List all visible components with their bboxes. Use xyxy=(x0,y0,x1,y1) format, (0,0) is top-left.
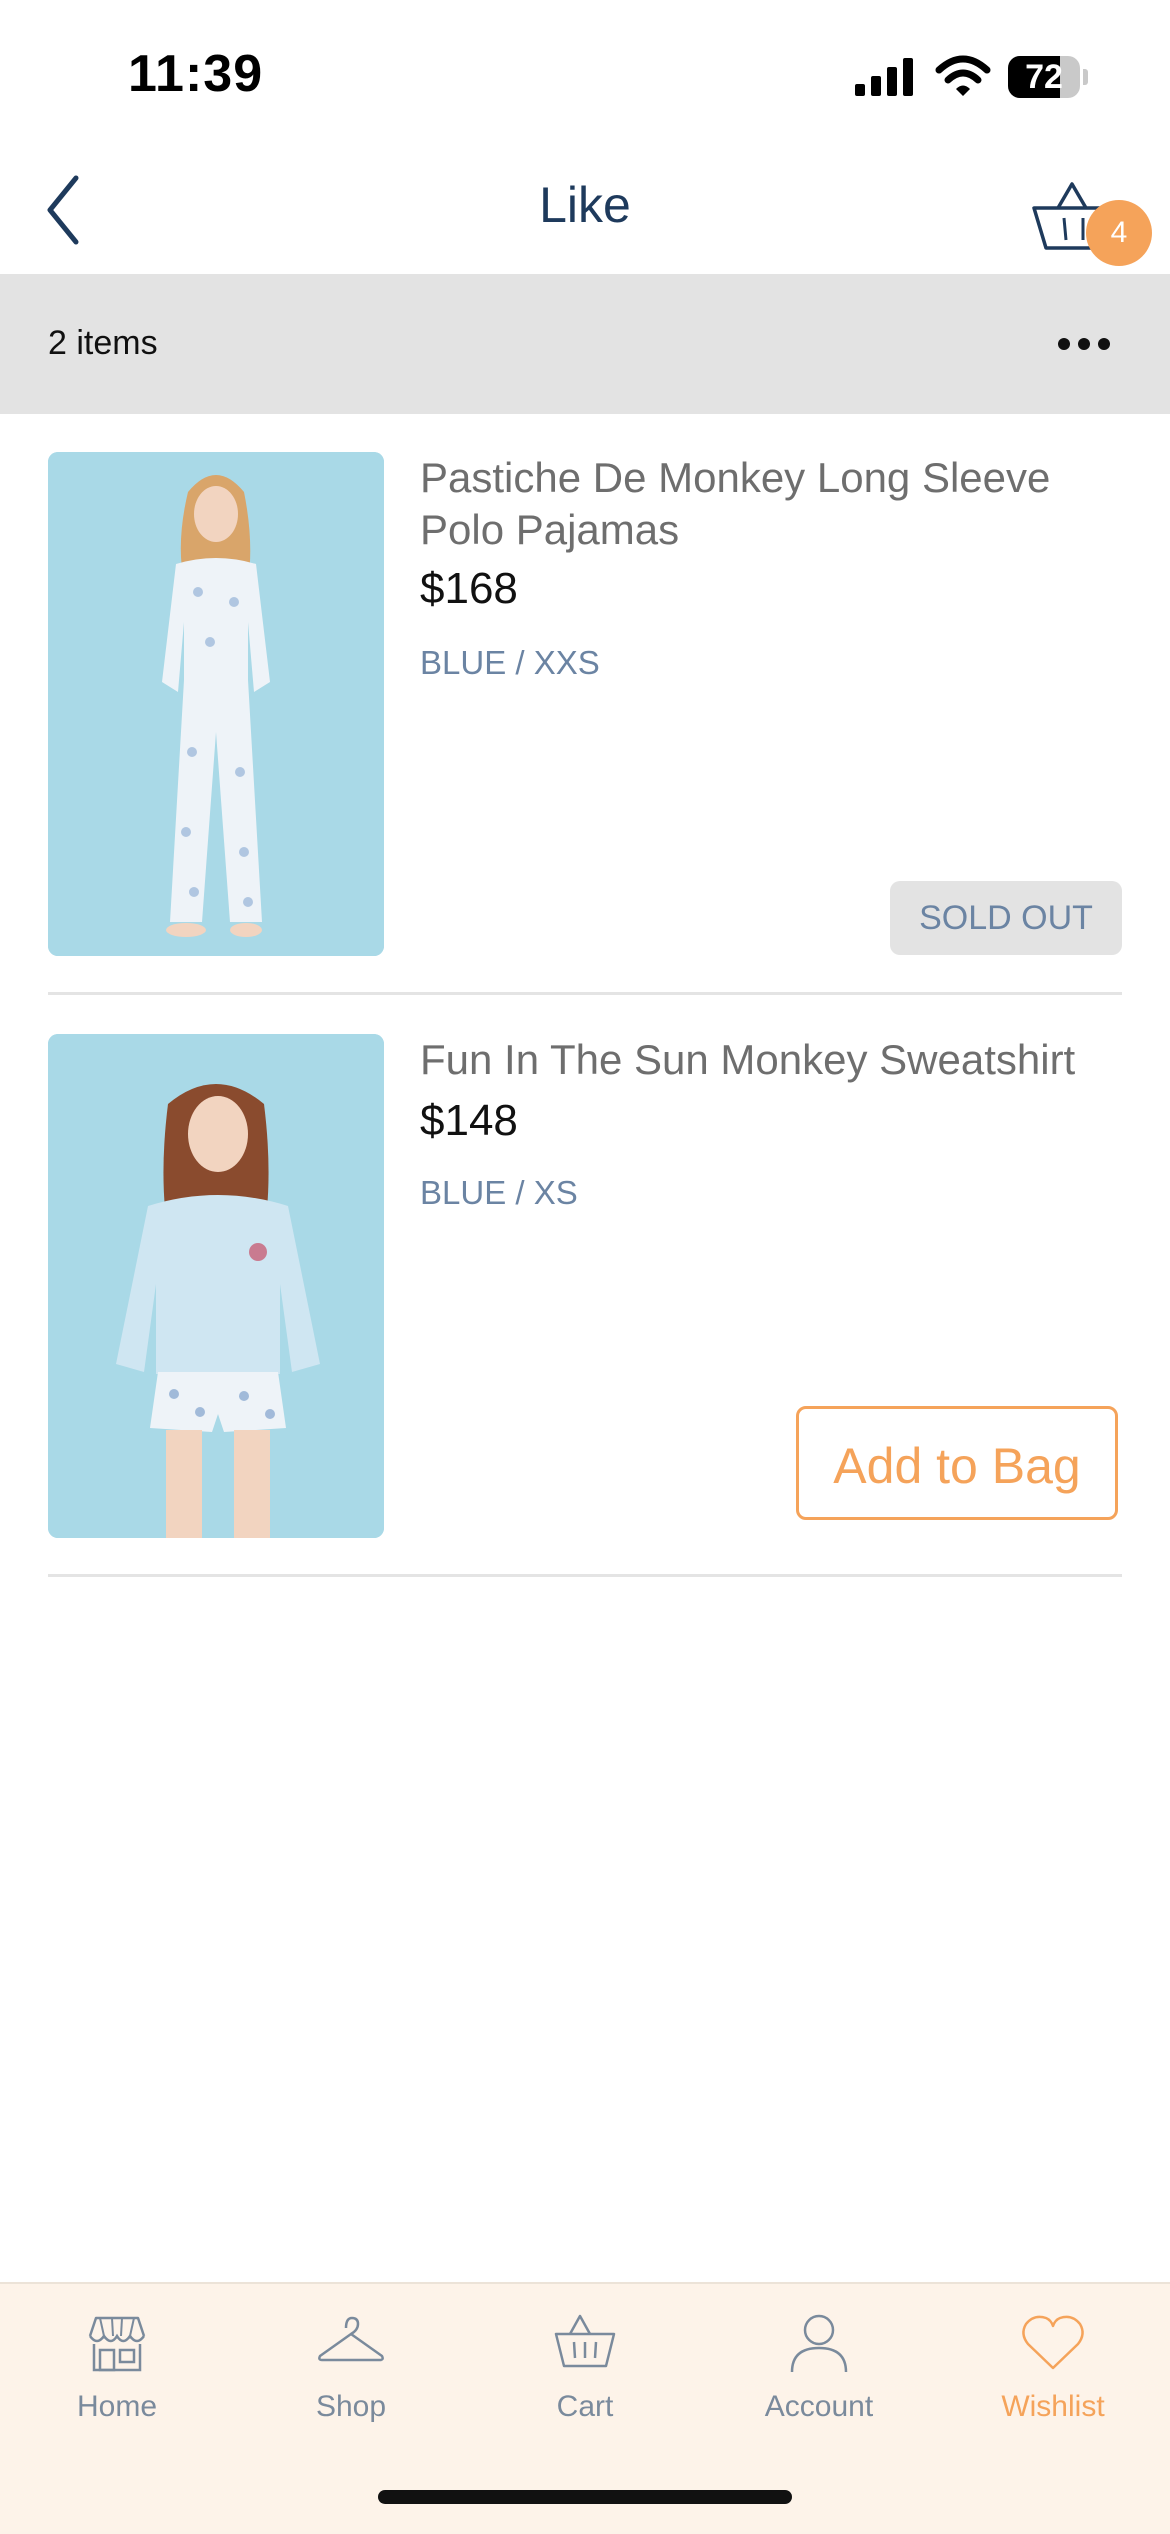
tab-account[interactable]: Account xyxy=(702,2284,936,2444)
status-time: 11:39 xyxy=(128,45,264,103)
nav-bar: Like 4 xyxy=(0,150,1170,274)
tab-label: Cart xyxy=(556,2390,614,2423)
wifi-icon xyxy=(935,55,991,96)
add-to-bag-button[interactable]: Add to Bag xyxy=(796,1406,1118,1520)
more-options-icon[interactable] xyxy=(1054,324,1114,364)
page-title: Like xyxy=(539,177,631,233)
product-variant: BLUE / XS xyxy=(420,1174,578,1211)
tab-label: Wishlist xyxy=(1001,2390,1105,2423)
product-image[interactable] xyxy=(48,452,384,956)
wishlist-item: Fun In The Sun Monkey Sweatshirt $148 BL… xyxy=(48,1034,1122,1538)
basket-icon xyxy=(554,2314,616,2368)
wishlist-item: Pastiche De Monkey Long Sleeve Polo Paja… xyxy=(48,452,1122,956)
tab-home[interactable]: Home xyxy=(0,2284,234,2444)
tab-label: Account xyxy=(764,2390,874,2423)
tab-label: Shop xyxy=(315,2390,387,2423)
items-count: 2 items xyxy=(48,324,158,362)
tab-wishlist[interactable]: Wishlist xyxy=(936,2284,1170,2444)
battery-icon: 72 xyxy=(1008,56,1088,98)
cart-count-badge: 4 xyxy=(1086,200,1152,266)
cellular-signal-icon xyxy=(855,58,913,96)
item-divider xyxy=(48,992,1122,995)
battery-percent: 72 xyxy=(1025,58,1063,96)
product-image[interactable] xyxy=(48,1034,384,1538)
heart-icon xyxy=(1022,2315,1084,2370)
tab-shop[interactable]: Shop xyxy=(234,2284,468,2444)
person-icon xyxy=(790,2314,848,2373)
tab-cart[interactable]: Cart xyxy=(468,2284,702,2444)
product-price: $168 xyxy=(420,564,518,613)
status-bar: 11:39 72 xyxy=(0,0,1170,150)
item-divider xyxy=(48,1574,1122,1577)
tab-label: Home xyxy=(76,2390,158,2423)
store-icon xyxy=(88,2316,146,2372)
sold-out-badge: SOLD OUT xyxy=(890,881,1122,955)
hanger-icon xyxy=(318,2316,384,2362)
product-price: $148 xyxy=(420,1096,518,1145)
product-name[interactable]: Fun In The Sun Monkey Sweatshirt xyxy=(420,1034,1120,1086)
product-variant: BLUE / XXS xyxy=(420,644,600,681)
home-indicator[interactable] xyxy=(378,2490,792,2504)
items-summary-bar: 2 items xyxy=(0,274,1170,414)
product-name[interactable]: Pastiche De Monkey Long Sleeve Polo Paja… xyxy=(420,452,1120,556)
